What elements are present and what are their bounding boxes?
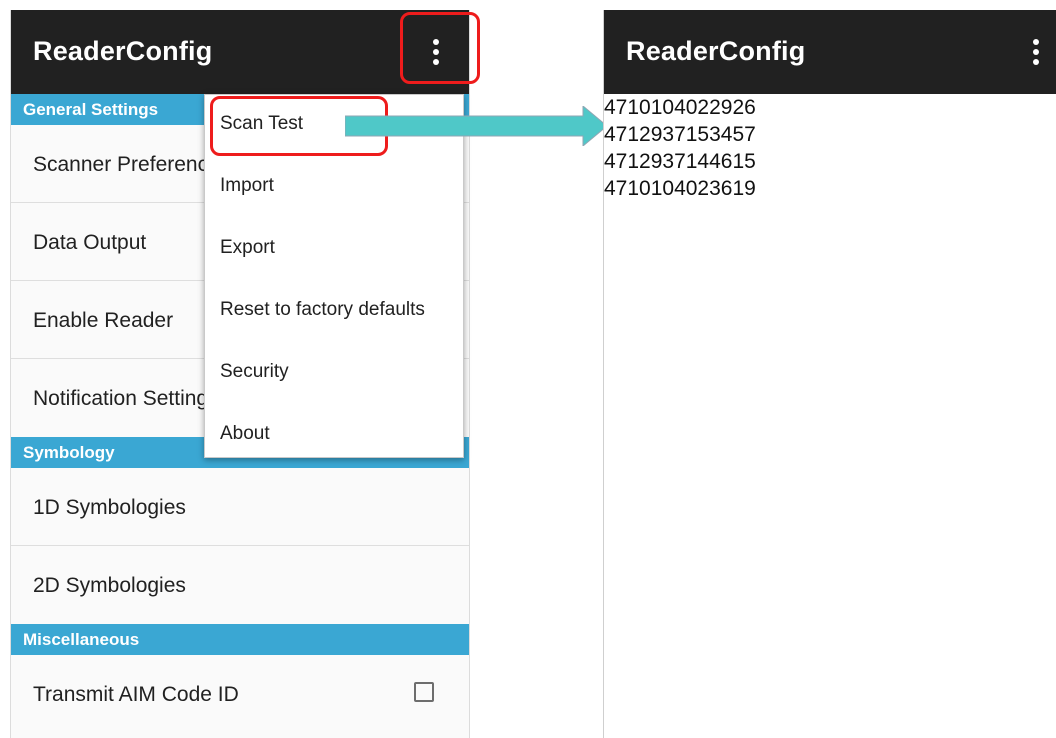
list-item-label: Transmit AIM Code ID <box>33 683 239 706</box>
app-bar: ReaderConfig <box>11 10 469 94</box>
menu-item-reset-defaults[interactable]: Reset to factory defaults <box>205 281 463 343</box>
scan-result-line: 4712937144615 <box>604 150 756 173</box>
scan-result-line: 4712937153457 <box>604 123 756 146</box>
menu-item-export[interactable]: Export <box>205 219 463 281</box>
list-item-2d-symbologies[interactable]: 2D Symbologies <box>11 546 469 624</box>
overflow-popup-menu: Scan Test Import Export Reset to factory… <box>204 94 464 458</box>
transmit-aim-checkbox[interactable] <box>414 682 434 702</box>
list-item-transmit-aim-code-id[interactable]: Transmit AIM Code ID <box>11 655 469 733</box>
menu-item-about[interactable]: About <box>205 405 463 467</box>
section-header-miscellaneous: Miscellaneous <box>11 624 469 655</box>
overflow-menu-icon[interactable] <box>431 37 441 67</box>
list-item-1d-symbologies[interactable]: 1D Symbologies <box>11 468 469 546</box>
app-title: ReaderConfig <box>626 36 806 66</box>
scan-result-line: 4710104023619 <box>604 177 756 200</box>
menu-item-security[interactable]: Security <box>205 343 463 405</box>
scan-results: 4710104022926 4712937153457 471293714461… <box>604 94 756 202</box>
overflow-menu-icon[interactable] <box>1031 37 1041 67</box>
right-screen: ReaderConfig 4710104022926 4712937153457… <box>603 10 1056 738</box>
scan-result-line: 4710104022926 <box>604 96 756 119</box>
app-title: ReaderConfig <box>33 36 213 66</box>
menu-item-import[interactable]: Import <box>205 157 463 219</box>
right-arrow-icon <box>345 106 608 146</box>
app-bar: ReaderConfig <box>604 10 1056 94</box>
